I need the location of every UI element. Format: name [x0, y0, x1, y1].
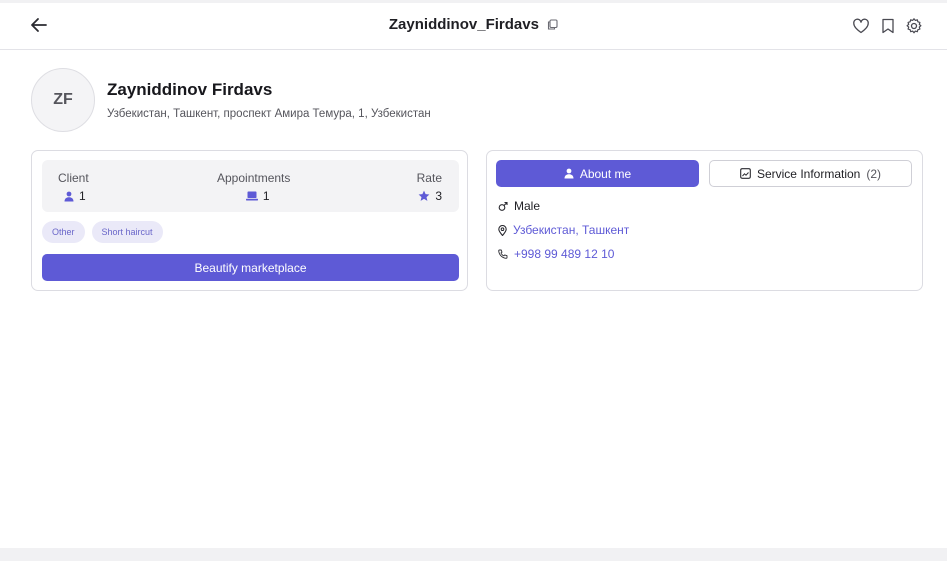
info-location-value: Узбекистан, Ташкент — [513, 223, 630, 237]
stat-rate-value: 3 — [435, 189, 442, 203]
location-pin-icon — [498, 224, 507, 236]
stat-rate-label: Rate — [416, 171, 442, 185]
star-icon — [418, 190, 430, 201]
stat-client-label: Client — [58, 171, 89, 185]
profile-name: Zayniddinov Firdavs — [107, 80, 273, 99]
stats-panel: Client 1 Appointments 1 Rate 3 — [42, 160, 459, 212]
gender-icon — [498, 201, 508, 211]
phone-icon — [498, 249, 508, 259]
laptop-icon — [245, 191, 258, 201]
page-title-wrap: Zayniddinov_Firdavs — [0, 16, 947, 34]
avatar: ZF — [31, 68, 95, 132]
heart-icon — [853, 18, 869, 34]
stat-client: Client 1 — [58, 171, 89, 203]
tab-service-label: Service Information — [756, 166, 861, 181]
bottom-strip — [0, 548, 947, 561]
info-location[interactable]: Узбекистан, Ташкент — [498, 223, 629, 237]
page-title: Zayniddinov_Firdavs — [388, 16, 539, 33]
profile-address: Узбекистан, Ташкент, проспект Амира Тему… — [107, 108, 431, 120]
tab-about-me[interactable]: About me — [496, 160, 699, 187]
bookmark-button[interactable] — [879, 17, 897, 35]
tag-short-haircut[interactable]: Short haircut — [91, 221, 163, 243]
gear-icon — [906, 18, 922, 34]
stat-appointments: Appointments 1 — [217, 171, 290, 203]
stat-rate: Rate 3 — [417, 171, 442, 203]
tab-service-information[interactable]: Service Information (2) — [709, 160, 912, 187]
info-gender-value: Male — [514, 199, 541, 213]
stat-appointments-label: Appointments — [217, 171, 291, 185]
user-icon — [564, 168, 574, 179]
tab-service-count: (2) — [866, 166, 882, 181]
user-icon — [64, 191, 74, 201]
tag-other[interactable]: Other — [42, 221, 85, 243]
beautify-marketplace-button[interactable]: Beautify marketplace — [42, 254, 459, 281]
image-frame-icon — [740, 168, 751, 179]
avatar-initials: ZF — [53, 91, 73, 108]
settings-button[interactable] — [905, 17, 923, 35]
tag-list: Other Short haircut — [42, 221, 163, 243]
info-phone-value: +998 99 489 12 10 — [514, 247, 615, 261]
favorite-button[interactable] — [852, 17, 870, 35]
header-bar: Zayniddinov_Firdavs — [0, 3, 947, 50]
copy-icon[interactable] — [547, 17, 558, 34]
tab-about-me-label: About me — [579, 166, 632, 181]
stat-client-value: 1 — [79, 189, 86, 203]
info-gender: Male — [498, 199, 540, 213]
stats-card: Client 1 Appointments 1 Rate 3 Other Sho… — [31, 150, 468, 291]
bookmark-icon — [882, 18, 894, 34]
info-phone[interactable]: +998 99 489 12 10 — [498, 247, 614, 261]
about-card: About me Service Information (2) Male Уз… — [486, 150, 923, 291]
stat-appointments-value: 1 — [262, 189, 270, 203]
